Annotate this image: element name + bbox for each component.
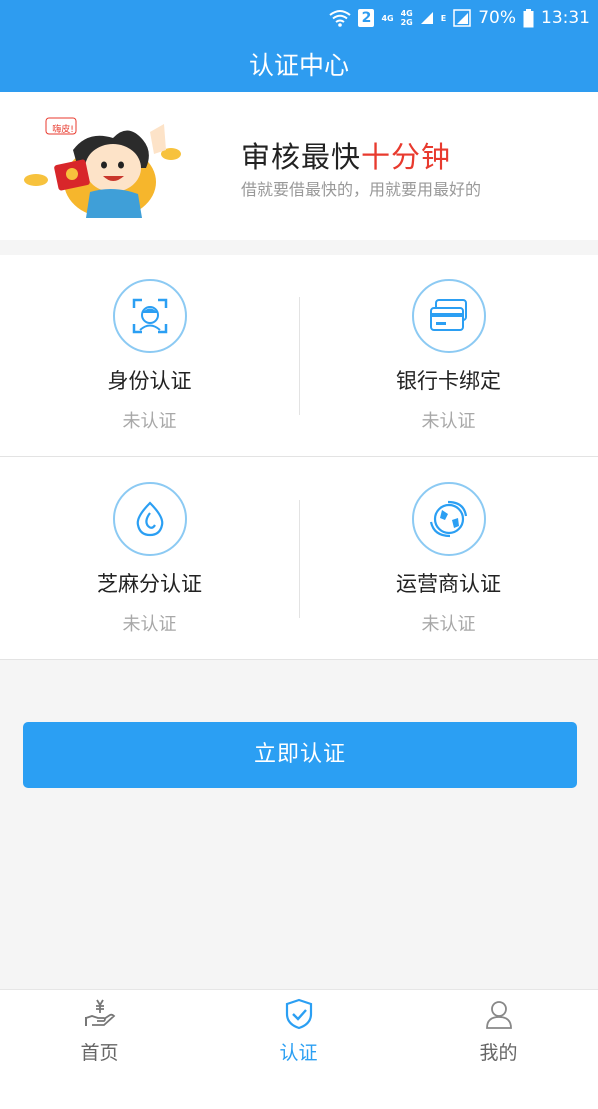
promo-banner[interactable]: 嗨皮! 审核最快十分钟 借就要借最快的，用就要用最好的	[0, 92, 598, 240]
column-divider	[299, 500, 300, 618]
clock: 13:31	[541, 8, 590, 28]
sesame-credit-status: 未认证	[122, 614, 177, 635]
wifi-icon	[329, 8, 352, 28]
carrier-globe-icon	[412, 482, 486, 556]
page-title: 认证中心	[248, 51, 349, 80]
face-scan-icon	[113, 279, 187, 353]
bottom-tab-bar: 首页 认证 我的	[0, 989, 598, 1109]
carrier-verification-label: 运营商认证	[396, 572, 501, 596]
battery-icon	[523, 8, 534, 28]
grid-bottom-border	[0, 659, 598, 660]
bank-card-icon	[412, 279, 486, 353]
banner-title-highlight: 十分钟	[361, 140, 452, 174]
banner-title: 审核最快十分钟	[241, 134, 451, 176]
banner-subtitle: 借就要借最快的，用就要用最好的	[241, 180, 482, 199]
tab-profile[interactable]: 我的	[399, 990, 598, 1109]
identity-verification-status: 未认证	[122, 411, 177, 432]
sesame-credit-verification-card[interactable]: 芝麻分认证 未认证	[0, 458, 299, 660]
app-header: 2 4G 4G 2G E 70% 13:31 认证中心	[0, 0, 598, 92]
carrier-verification-status: 未认证	[421, 614, 476, 635]
edge-indicator: E	[440, 13, 447, 23]
column-divider	[299, 297, 300, 415]
signal-bars-icon	[420, 11, 434, 25]
sim-badge: 2	[358, 9, 375, 27]
signal-2-icon: 4G 2G	[400, 9, 413, 27]
shield-check-icon	[283, 998, 315, 1030]
verify-now-button[interactable]: 立即认证	[23, 722, 577, 788]
tab-verify-label: 认证	[279, 1042, 318, 1064]
identity-verification-label: 身份认证	[107, 369, 192, 393]
carrier-verification-card[interactable]: 运营商认证 未认证	[299, 458, 598, 660]
bank-card-binding-card[interactable]: 银行卡绑定 未认证	[299, 255, 598, 457]
hand-money-icon	[84, 998, 116, 1030]
signal-1-icon: 4G	[381, 13, 394, 23]
tab-home[interactable]: 首页	[0, 990, 199, 1109]
bank-card-binding-label: 银行卡绑定	[396, 369, 501, 393]
user-icon	[483, 998, 515, 1030]
verification-grid: 身份认证 未认证 银行卡绑定 未认证 芝麻分认证 未认证 运营商认证 未认证	[0, 255, 598, 660]
signal-box-icon	[453, 9, 471, 27]
tab-verify[interactable]: 认证	[199, 990, 398, 1109]
mascot-illustration	[18, 110, 190, 220]
bank-card-binding-status: 未认证	[421, 411, 476, 432]
banner-title-prefix: 审核最快	[241, 140, 362, 174]
sesame-credit-icon	[113, 482, 187, 556]
sesame-credit-label: 芝麻分认证	[97, 572, 202, 596]
mascot-speech-text: 嗨皮!	[52, 125, 74, 135]
tab-profile-label: 我的	[479, 1042, 518, 1064]
status-bar: 2 4G 4G 2G E 70% 13:31	[0, 0, 598, 36]
row-divider	[0, 456, 598, 457]
identity-verification-card[interactable]: 身份认证 未认证	[0, 255, 299, 457]
tab-home-label: 首页	[80, 1042, 119, 1064]
battery-percent: 70%	[478, 8, 516, 28]
